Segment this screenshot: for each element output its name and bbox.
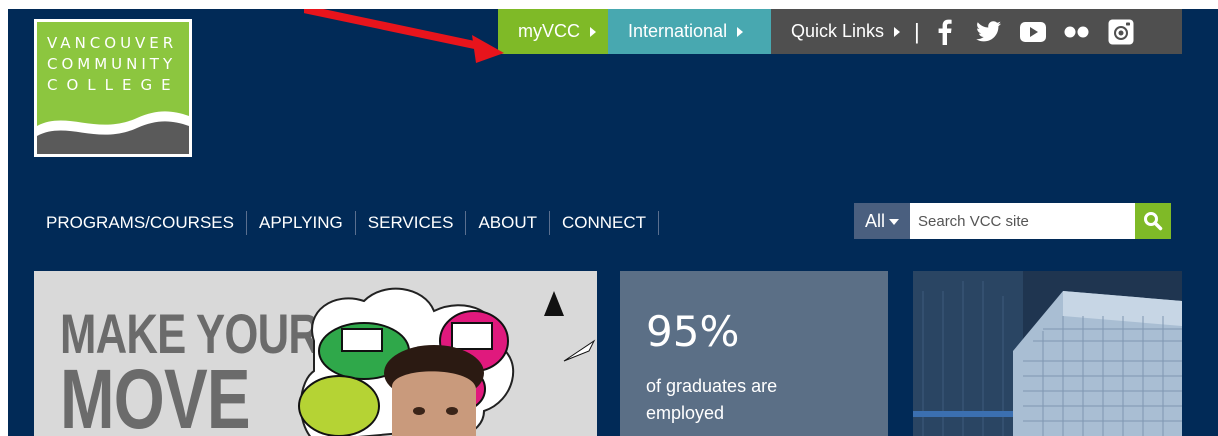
stat-number: 95% — [646, 307, 740, 356]
search-input[interactable] — [910, 203, 1135, 239]
utility-bar: myVCC International Quick Links | — [498, 9, 1182, 54]
chevron-right-icon — [737, 26, 744, 37]
logo-line-1: VANCOUVER — [47, 34, 178, 52]
campus-building-photo[interactable] — [913, 271, 1182, 436]
nav-item-programs-courses[interactable]: PROGRAMS/COURSES — [38, 211, 247, 235]
chevron-right-icon — [590, 26, 596, 37]
twitter-icon[interactable] — [975, 19, 1002, 45]
utility-separator: | — [914, 18, 920, 44]
logo-wave-graphic — [37, 111, 189, 154]
myvcc-label: myVCC — [518, 21, 580, 41]
logo-line-3: COLLEGE — [47, 76, 180, 94]
hero-banner[interactable]: MAKE YOUR MOVE — [34, 271, 597, 436]
international-button[interactable]: International — [608, 9, 771, 54]
logo-line-2: COMMUNITY — [47, 55, 177, 73]
search-scope-dropdown[interactable]: All — [854, 203, 910, 239]
facebook-icon[interactable] — [932, 19, 958, 45]
site-search: All — [854, 203, 1171, 239]
stat-card[interactable]: 95% of graduates are employed — [620, 271, 888, 436]
main-navigation: PROGRAMS/COURSES APPLYING SERVICES ABOUT… — [38, 211, 660, 235]
hero-illustration — [298, 287, 596, 436]
search-scope-label: All — [864, 210, 885, 231]
instagram-icon[interactable] — [1108, 19, 1134, 45]
page: VANCOUVER COMMUNITY COLLEGE myVCC Intern… — [8, 9, 1218, 436]
chevron-right-icon — [894, 26, 901, 37]
stat-caption: of graduates are employed — [646, 376, 778, 423]
annotation-arrow — [304, 9, 504, 63]
search-button[interactable] — [1135, 203, 1171, 239]
nav-item-services[interactable]: SERVICES — [356, 211, 467, 235]
quick-links-bar: Quick Links | — [771, 9, 1182, 54]
building-image — [913, 271, 1182, 436]
social-links — [932, 19, 1134, 45]
flickr-icon[interactable] — [1064, 19, 1090, 45]
youtube-icon[interactable] — [1019, 19, 1046, 45]
quick-links-button[interactable]: Quick Links — [791, 21, 901, 42]
nav-item-applying[interactable]: APPLYING — [247, 211, 356, 235]
search-icon — [1144, 212, 1163, 231]
quick-links-label: Quick Links — [791, 21, 885, 41]
nav-item-connect[interactable]: CONNECT — [550, 211, 660, 235]
vcc-logo[interactable]: VANCOUVER COMMUNITY COLLEGE — [34, 19, 192, 157]
nav-item-about[interactable]: ABOUT — [466, 211, 550, 235]
international-label: International — [628, 21, 728, 41]
caret-down-icon — [889, 219, 899, 225]
